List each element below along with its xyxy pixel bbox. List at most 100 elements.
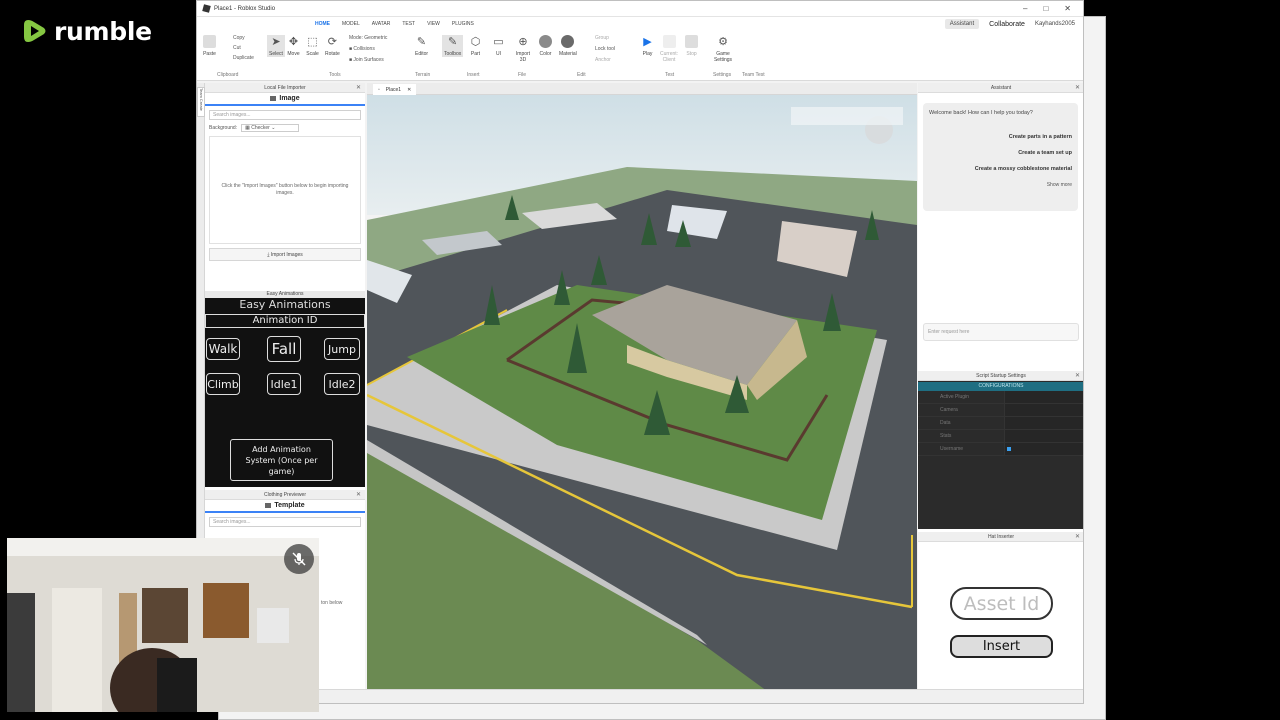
part-button[interactable]: ⬡ Part — [469, 35, 482, 57]
ui-button[interactable]: ▭ UI — [492, 35, 505, 57]
fall-button[interactable]: Fall — [267, 336, 301, 362]
configurations-section: CONFIGURATIONS — [918, 382, 1083, 391]
anchor-button[interactable]: Anchor — [595, 57, 611, 63]
add-animation-system-button[interactable]: Add Animation System (Once per game) — [230, 439, 333, 481]
show-more-link[interactable]: Show more — [929, 182, 1072, 188]
current-client-label: Current: Client — [659, 51, 679, 63]
game-settings-button[interactable]: ⚙ Game Settings — [711, 35, 735, 63]
background-label: Background: — [209, 125, 238, 131]
color-button[interactable]: Color — [539, 35, 552, 57]
collisions-toggle[interactable]: ■ Collisions — [349, 46, 375, 52]
streamer-shoulder — [157, 658, 197, 712]
maximize-icon[interactable]: □ — [1043, 4, 1048, 13]
clothing-search-input[interactable]: Search images... — [209, 517, 361, 527]
checkbox-icon[interactable] — [1007, 447, 1011, 451]
assistant-panel: Assistant ✕ Welcome back! How can I help … — [918, 83, 1083, 369]
scale-label: Scale — [306, 51, 319, 57]
current-client-button[interactable]: Current: Client — [657, 35, 681, 63]
toolbox-button[interactable]: ✎ Toolbox — [442, 35, 464, 57]
copy-button[interactable]: Copy — [233, 35, 245, 41]
rotate-icon: ⟳ — [327, 36, 337, 48]
duplicate-button[interactable]: Duplicate — [233, 55, 254, 61]
scene-render — [367, 95, 917, 691]
setting-value[interactable] — [1004, 430, 1083, 442]
walk-button[interactable]: Walk — [206, 338, 240, 360]
minimize-icon[interactable]: – — [1023, 4, 1027, 13]
collaborate-button[interactable]: Collaborate — [989, 21, 1025, 28]
paste-button[interactable]: Paste — [203, 35, 216, 57]
background-select[interactable]: ▦ Checker ⌄ — [241, 124, 300, 132]
jump-button[interactable]: Jump — [324, 338, 360, 360]
material-sphere-icon — [561, 35, 575, 48]
template-tab[interactable]: Template — [205, 500, 365, 513]
color-swatch-icon — [539, 35, 552, 48]
select-tool[interactable]: ➤ Select — [267, 35, 285, 57]
menu-tab-plugins[interactable]: PLUGINS — [452, 21, 474, 27]
settings-row: Username — [918, 443, 1083, 456]
settings-row: Stats — [918, 430, 1083, 443]
suggestion-team-setup[interactable]: Create a team set up — [929, 150, 1072, 156]
setting-value[interactable] — [1004, 404, 1083, 416]
sneaker-box — [257, 608, 289, 643]
setting-value[interactable] — [1004, 443, 1083, 455]
climb-button[interactable]: Climb — [206, 373, 240, 395]
3d-viewport[interactable] — [367, 95, 917, 691]
close-panel-icon[interactable]: ✕ — [356, 491, 361, 498]
cut-button[interactable]: Cut — [233, 45, 241, 51]
script-startup-title: Script Startup Settings — [976, 372, 1026, 379]
idle1-button[interactable]: Idle1 — [267, 373, 301, 395]
menu-tab-test[interactable]: TEST — [402, 21, 415, 27]
menu-tab-model[interactable]: MODEL — [342, 21, 360, 27]
stop-button[interactable]: Stop — [685, 35, 698, 57]
suggestion-parts-pattern[interactable]: Create parts in a pattern — [929, 134, 1072, 140]
image-icon — [270, 96, 277, 101]
play-button[interactable]: ▶ Play — [641, 35, 654, 57]
animation-id-input[interactable]: Animation ID — [205, 314, 365, 328]
group-button[interactable]: Group — [595, 35, 609, 41]
search-images-input[interactable]: Search images... — [209, 110, 361, 120]
move-label: Move — [287, 51, 300, 57]
close-panel-icon[interactable]: ✕ — [1075, 84, 1080, 91]
image-tab-label: Image — [279, 95, 300, 102]
settings-group-label: Settings — [713, 72, 732, 78]
assistant-toggle[interactable]: Assistant — [944, 19, 980, 29]
assistant-header: Assistant ✕ — [918, 83, 1083, 93]
join-surfaces-label: Join Surfaces — [353, 57, 384, 63]
mic-muted-icon[interactable] — [284, 544, 314, 574]
menu-bar: HOME MODEL AVATAR TEST VIEW PLUGINS Assi… — [197, 17, 1083, 31]
place1-tab[interactable]: ▫ Place1 ✕ — [373, 84, 417, 95]
import-images-button[interactable]: ⤓ Import Images — [209, 248, 361, 261]
material-button[interactable]: Material — [559, 35, 577, 57]
terrain-editor-button[interactable]: ✎ Editor — [415, 35, 428, 57]
easy-animations-header: Easy Animations — [205, 291, 365, 298]
assistant-request-input[interactable]: Enter request here — [923, 323, 1079, 341]
lock-tool-button[interactable]: Lock tool — [595, 46, 615, 52]
menu-tab-view[interactable]: VIEW — [427, 21, 440, 27]
import-3d-button[interactable]: ⊕ Import 3D — [513, 35, 533, 63]
insert-button[interactable]: Insert — [950, 635, 1053, 658]
scale-tool[interactable]: ⬚ Scale — [306, 35, 319, 57]
move-tool[interactable]: ✥ Move — [287, 35, 300, 57]
ceiling — [7, 538, 319, 556]
close-tab-icon[interactable]: ✕ — [407, 87, 411, 93]
join-surfaces-toggle[interactable]: ■ Join Surfaces — [349, 57, 384, 63]
setting-value[interactable] — [1004, 417, 1083, 429]
asset-id-input[interactable]: Asset Id — [950, 587, 1053, 620]
terrain-editor-label: Editor — [415, 51, 429, 57]
close-window-icon[interactable]: ✕ — [1064, 4, 1071, 13]
setting-value[interactable] — [1004, 391, 1083, 403]
suggestion-cobblestone[interactable]: Create a mossy cobblestone material — [929, 166, 1072, 172]
user-name[interactable]: Kayhands2005 — [1035, 21, 1075, 27]
rotate-tool[interactable]: ⟳ Rotate — [325, 35, 340, 57]
team-create-vertical-tab[interactable]: Team Create — [197, 87, 205, 117]
idle2-button[interactable]: Idle2 — [324, 373, 360, 395]
menu-tab-avatar[interactable]: AVATAR — [372, 21, 391, 27]
muted-mic-glyph — [292, 552, 306, 566]
close-panel-icon[interactable]: ✕ — [1075, 372, 1080, 379]
door-frame — [7, 593, 35, 712]
image-tab[interactable]: Image — [205, 93, 365, 106]
mode-dropdown[interactable]: Mode: Geometric — [349, 35, 387, 41]
menu-tab-home[interactable]: HOME — [315, 21, 330, 27]
close-panel-icon[interactable]: ✕ — [1075, 533, 1080, 540]
close-panel-icon[interactable]: ✕ — [356, 84, 361, 91]
